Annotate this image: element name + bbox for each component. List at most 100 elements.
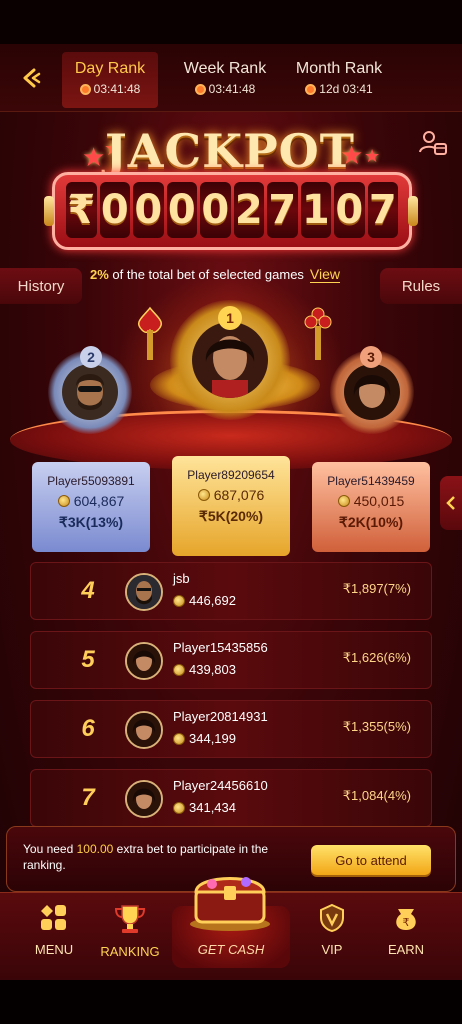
coin-value: 687,076 [213,487,265,503]
player-coins: 450,015 [312,493,430,509]
expand-tab[interactable] [440,476,462,530]
coin-icon [173,663,185,676]
coin-value: 439,803 [189,662,236,677]
jackpot-digit: 0 [200,182,231,238]
tab-timer: 03:41:48 [172,82,278,96]
tab-week-rank[interactable]: Week Rank 03:41:48 [172,52,278,108]
jackpot-digit: 7 [267,182,298,238]
player-coins: 604,867 [32,493,150,509]
rank-number: 4 [81,577,95,604]
avatar [125,573,163,611]
jackpot-title: JACKPOT [105,124,355,178]
player-coins: 341,434 [173,800,236,815]
rules-button[interactable]: Rules [380,268,462,304]
rank-header: Day Rank 03:41:48 Week Rank 03:41:48 Mon… [0,44,462,112]
nav-label: VIP [321,942,343,957]
notice-message: You need 100.00 extra bet to participate… [23,841,283,873]
coin-value: 450,015 [353,493,405,509]
status-bar-area [0,0,462,44]
svg-text:₹: ₹ [403,916,410,929]
jackpot-digit: 0 [166,182,197,238]
jackpot-digit: 2 [233,182,264,238]
player-name: Player55093891 [47,474,135,488]
nav-menu[interactable]: MENU [14,903,94,957]
rank2-card[interactable]: Player55093891 604,867 ₹3K(13%) [32,462,150,552]
player-prize: ₹2K(10%) [338,514,404,530]
rank-number: 5 [81,646,95,673]
player-prize: ₹3K(13%) [58,514,124,530]
nav-ranking[interactable]: RANKING [90,903,170,959]
avatar [192,322,268,398]
trophy-icon [114,905,146,933]
nav-label: EARN [387,942,425,957]
timer-text: 12d 03:41 [319,82,373,96]
rank-number: 7 [81,784,95,811]
player-coins: 446,692 [173,593,236,608]
player-coins: 687,076 [172,487,290,503]
avatar [344,364,400,420]
club-pillar-icon [304,307,332,360]
nav-earn[interactable]: ₹ EARN [366,903,446,957]
alarm-clock-icon [194,83,206,95]
jackpot-digit: 0 [99,182,130,238]
history-button[interactable]: History [0,268,82,304]
rank3-card[interactable]: Player51439459 450,015 ₹2K(10%) [312,462,430,552]
coin-icon [173,594,185,607]
ranking-row[interactable]: 4 jsb 446,692 ₹1,897(7%) [30,562,432,620]
coin-icon [57,495,70,507]
tab-month-rank[interactable]: Month Rank 12d 03:41 [286,52,392,108]
ranking-row[interactable]: 5 Player15435856 439,803 ₹1,626(6%) [30,631,432,689]
coin-icon [173,801,185,814]
player-name: Player20814931 [173,709,268,724]
player-name: jsb [173,571,190,586]
player-coins: 344,199 [173,731,236,746]
rank1-card[interactable]: Player89209654 687,076 ₹5K(20%) [172,456,290,556]
go-to-attend-button[interactable]: Go to attend [311,845,431,875]
player-prize: ₹1,084(4%) [342,788,411,803]
jackpot-digit: ₹ [66,182,97,238]
avatar-image [127,782,161,816]
alarm-clock-icon [305,83,317,95]
avatar [125,642,163,680]
player-prize: ₹5K(20%) [198,508,264,524]
vip-shield-icon [320,903,344,933]
player-name: Player24456610 [173,778,268,793]
jackpot-digit: 0 [133,182,164,238]
back-arrow-icon [23,68,41,88]
rank1-badge: 1 [218,306,242,330]
back-button[interactable] [10,56,52,100]
player-name: Player51439459 [327,474,415,488]
counter-knob [408,196,418,226]
avatar [125,711,163,749]
player-name: Player15435856 [173,640,268,655]
rank3-badge: 3 [360,346,382,368]
coin-value: 604,867 [73,493,125,509]
jackpot-digit: 0 [334,182,365,238]
treasure-chest-icon [190,877,270,931]
user-calendar-icon[interactable] [418,128,448,158]
coin-value: 446,692 [189,593,236,608]
player-name: Player89209654 [187,468,275,482]
menu-grid-icon [41,905,66,930]
avatar-image [127,644,161,678]
nav-vip[interactable]: VIP [292,903,372,957]
rank-number: 6 [81,715,95,742]
rupee-bag-icon: ₹ [396,909,416,930]
player-prize: ₹1,897(7%) [342,581,411,596]
coin-value: 344,199 [189,731,236,746]
ranking-row[interactable]: 6 Player20814931 344,199 ₹1,355(5%) [30,700,432,758]
coin-icon [197,489,210,501]
coin-value: 341,434 [189,800,236,815]
timer-text: 03:41:48 [208,82,256,96]
chevron-left-icon [446,496,455,510]
jackpot-digit: 7 [367,182,398,238]
spade-pillar-icon [138,306,162,360]
avatar [62,364,118,420]
jackpot-digits: ₹ 0 0 0 0 2 7 1 0 7 [66,182,398,238]
system-bar [0,980,462,1024]
coin-icon [337,495,350,507]
tab-day-rank[interactable]: Day Rank 03:41:48 [62,52,158,108]
avatar [125,780,163,818]
avatar-image [127,575,161,609]
ranking-row[interactable]: 7 Player24456610 341,434 ₹1,084(4%) [30,769,432,827]
